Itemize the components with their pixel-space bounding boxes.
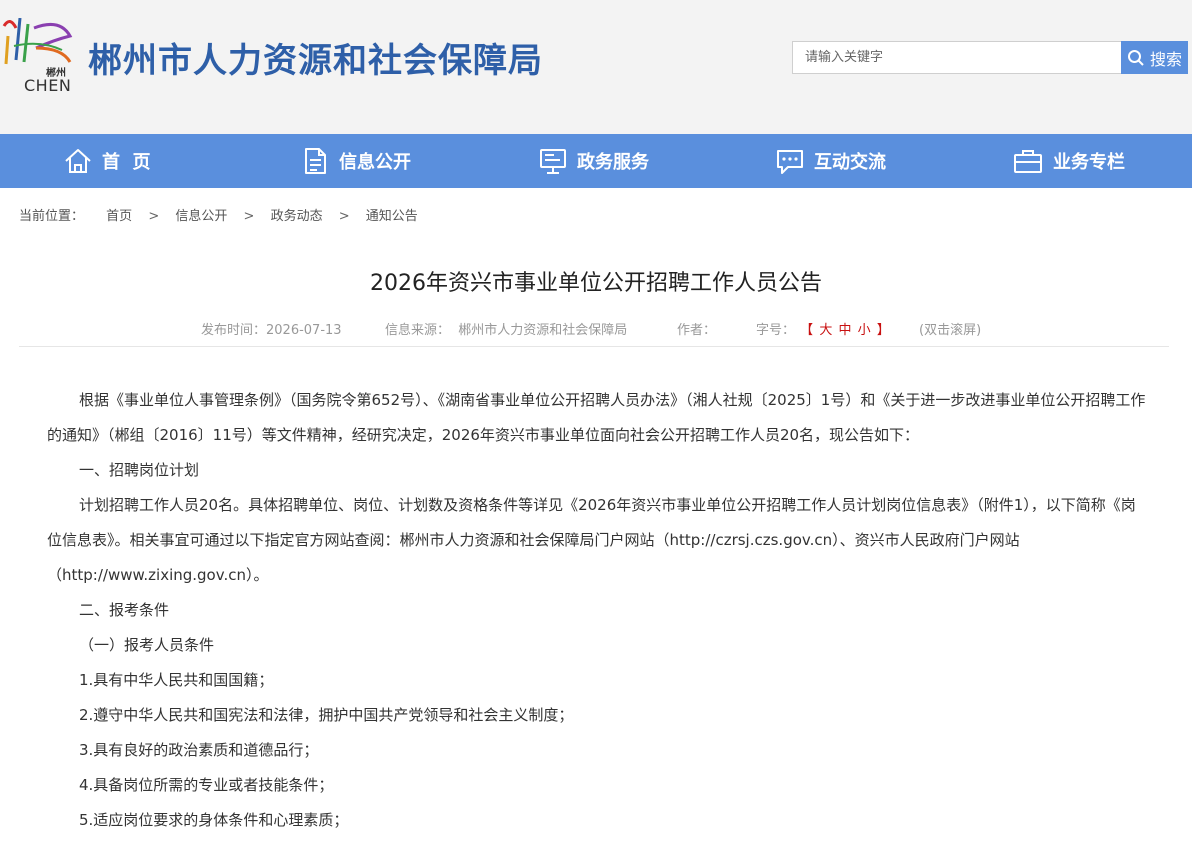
breadcrumb-separator: > <box>148 209 160 224</box>
breadcrumb-separator: > <box>338 209 350 224</box>
main-nav: 首 页 信息公开 政务服务 互动交流 业务专栏 <box>0 134 1192 188</box>
search-icon <box>1127 49 1144 66</box>
scroll-toggle[interactable]: (双击滚屏) <box>919 319 981 338</box>
publish-time: 发布时间：2026-07-13 <box>201 323 342 338</box>
logo-text: CHEN <box>24 76 72 95</box>
list-item: 4.具备岗位所需的专业或者技能条件； <box>79 776 334 794</box>
briefcase-icon <box>1014 150 1042 173</box>
section-heading: 一、招聘岗位计划 <box>79 461 200 479</box>
subsection-heading: （一）报考人员条件 <box>79 636 215 654</box>
list-item: 1.具有中华人民共和国国籍； <box>79 671 274 689</box>
font-size-control: 字号： 【 大 中 小 】 <box>756 319 891 338</box>
site-logo[interactable]: 郴州 CHEN <box>0 17 78 98</box>
breadcrumb-link-info[interactable]: 信息公开 <box>175 205 227 224</box>
nav-item-label: 政务服务 <box>577 152 649 173</box>
font-size-small-button[interactable]: 小 <box>858 323 871 338</box>
breadcrumb-lead: 当前位置： <box>19 209 85 224</box>
article-source: 信息来源： 郴州市人力资源和社会保障局 <box>385 323 628 338</box>
nav-item-interaction[interactable]: 互动交流 <box>775 134 886 188</box>
paragraph: 计划招聘工作人员20名。具体招聘单位、岗位、计划数及资格条件等详见《2026年资… <box>47 496 1136 584</box>
site-title[interactable]: 郴州市人力资源和社会保障局 <box>88 33 543 82</box>
breadcrumb-separator: > <box>243 209 255 224</box>
home-icon <box>65 149 91 173</box>
font-size-medium-button[interactable]: 中 <box>838 323 851 338</box>
breadcrumb-link-home[interactable]: 首页 <box>106 205 132 224</box>
article-title: 2026年资兴市事业单位公开招聘工作人员公告 <box>370 271 822 296</box>
nav-item-label: 互动交流 <box>814 152 886 173</box>
nav-item-home[interactable]: 首 页 <box>63 134 151 188</box>
nav-item-label: 业务专栏 <box>1053 152 1125 173</box>
nav-item-info[interactable]: 信息公开 <box>300 134 411 188</box>
section-heading: 二、报考条件 <box>79 601 170 619</box>
list-item: 5.适应岗位要求的身体条件和心理素质； <box>79 811 349 829</box>
search-input[interactable] <box>792 41 1122 74</box>
bracket-open: 【 <box>800 323 814 338</box>
search-button[interactable]: 搜索 <box>1121 41 1188 74</box>
nav-item-services[interactable]: 政务服务 <box>538 134 649 188</box>
article-author: 作者： <box>677 323 717 338</box>
divider <box>19 346 1169 347</box>
breadcrumb-link-notices[interactable]: 通知公告 <box>366 205 418 224</box>
breadcrumb-link-news[interactable]: 政务动态 <box>271 205 323 224</box>
paragraph: 根据《事业单位人事管理条例》（国务院令第652号）、《湖南省事业单位公开招聘人员… <box>47 391 1146 444</box>
nav-item-label: 信息公开 <box>339 152 411 173</box>
list-item: 3.具有良好的政治素质和道德品行； <box>79 741 319 759</box>
font-size-label: 字号： <box>756 323 796 338</box>
article-body: 根据《事业单位人事管理条例》（国务院令第652号）、《湖南省事业单位公开招聘人员… <box>47 383 1147 838</box>
font-size-large-button[interactable]: 大 <box>819 323 832 338</box>
nav-item-label: 首 页 <box>102 152 151 173</box>
monitor-icon <box>540 149 566 174</box>
document-icon <box>305 148 326 174</box>
list-item: 2.遵守中华人民共和国宪法和法律，拥护中国共产党领导和社会主义制度； <box>79 706 574 724</box>
breadcrumb: 当前位置： 首页 > 信息公开 > 政务动态 > 通知公告 <box>19 205 418 224</box>
header-bar: 郴州 CHEN 郴州市人力资源和社会保障局 搜索 <box>0 0 1192 134</box>
bracket-close: 】 <box>876 323 890 338</box>
nav-item-business[interactable]: 业务专栏 <box>1012 134 1125 188</box>
chat-icon <box>777 150 803 174</box>
search-button-label: 搜索 <box>1149 49 1182 69</box>
